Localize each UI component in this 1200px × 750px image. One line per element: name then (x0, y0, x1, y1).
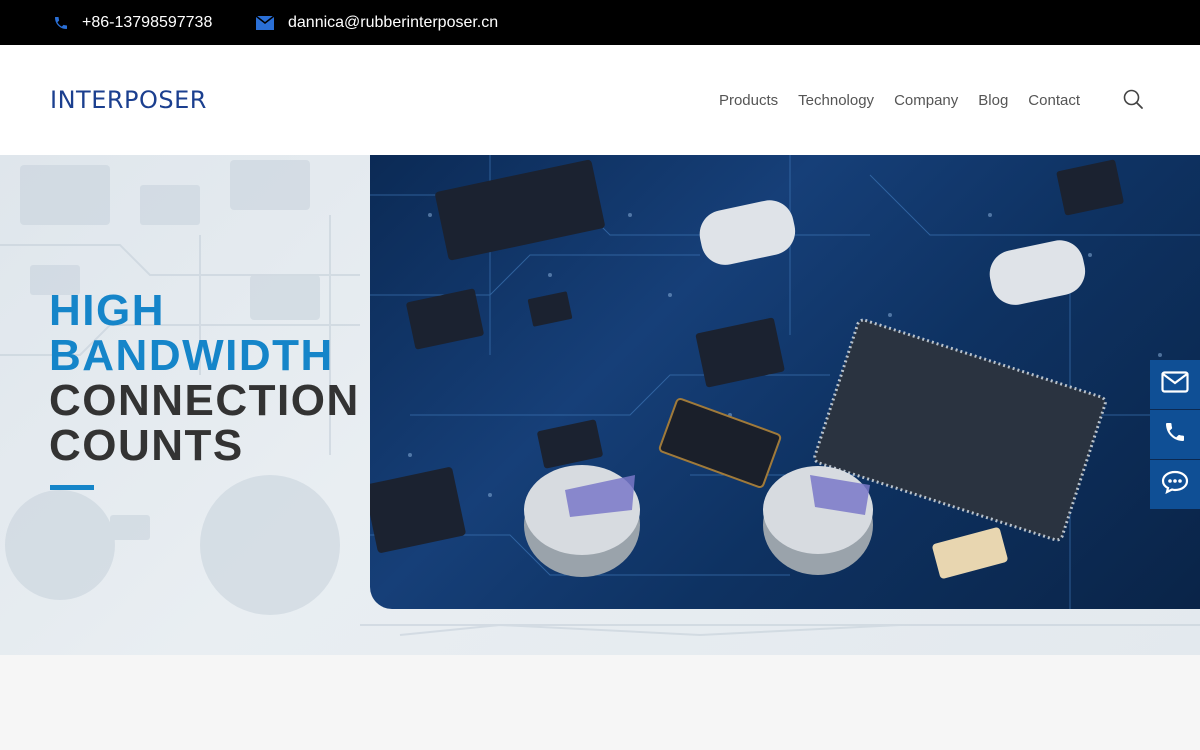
headline-line-3: CONNECTION (49, 376, 360, 425)
phone-link[interactable]: +86-13798597738 (52, 0, 212, 45)
side-email-button[interactable] (1150, 360, 1200, 409)
logo[interactable]: INTERPOSER (50, 86, 207, 114)
envelope-icon (1161, 371, 1189, 398)
nav-contact[interactable]: Contact (1028, 92, 1080, 109)
phone-icon (52, 14, 70, 32)
nav-technology[interactable]: Technology (798, 92, 874, 109)
email-link[interactable]: dannica@rubberinterposer.cn (256, 0, 498, 45)
phone-icon (1163, 420, 1187, 449)
headline-line-4: COUNTS (49, 421, 244, 470)
logo-text: INTERPOSER (50, 86, 207, 114)
side-chat-button[interactable] (1150, 460, 1200, 509)
nav-blog[interactable]: Blog (978, 92, 1008, 109)
content-section (0, 655, 1200, 750)
circuit-board-image (370, 155, 1200, 609)
hero-headline: HIGH BANDWIDTH CONNECTION COUNTS (49, 288, 360, 468)
email-address: dannica@rubberinterposer.cn (288, 13, 499, 31)
nav-company[interactable]: Company (894, 92, 958, 109)
hero-banner: HIGH BANDWIDTH CONNECTION COUNTS (0, 155, 1200, 655)
headline-line-2: BANDWIDTH (49, 331, 334, 380)
main-nav: Products Technology Company Blog Contact (719, 45, 1080, 155)
nav-products[interactable]: Products (719, 92, 778, 109)
search-icon[interactable] (1122, 88, 1144, 110)
top-contact-bar: +86-13798597738 dannica@rubberinterposer… (0, 0, 1200, 45)
chat-icon (1161, 470, 1189, 499)
side-contact-panel (1150, 360, 1200, 510)
side-phone-button[interactable] (1150, 410, 1200, 459)
headline-underline (50, 485, 94, 490)
envelope-icon (256, 14, 274, 32)
site-header: INTERPOSER Products Technology Company B… (0, 45, 1200, 155)
phone-number: +86-13798597738 (82, 13, 213, 31)
headline-line-1: HIGH (49, 286, 165, 335)
